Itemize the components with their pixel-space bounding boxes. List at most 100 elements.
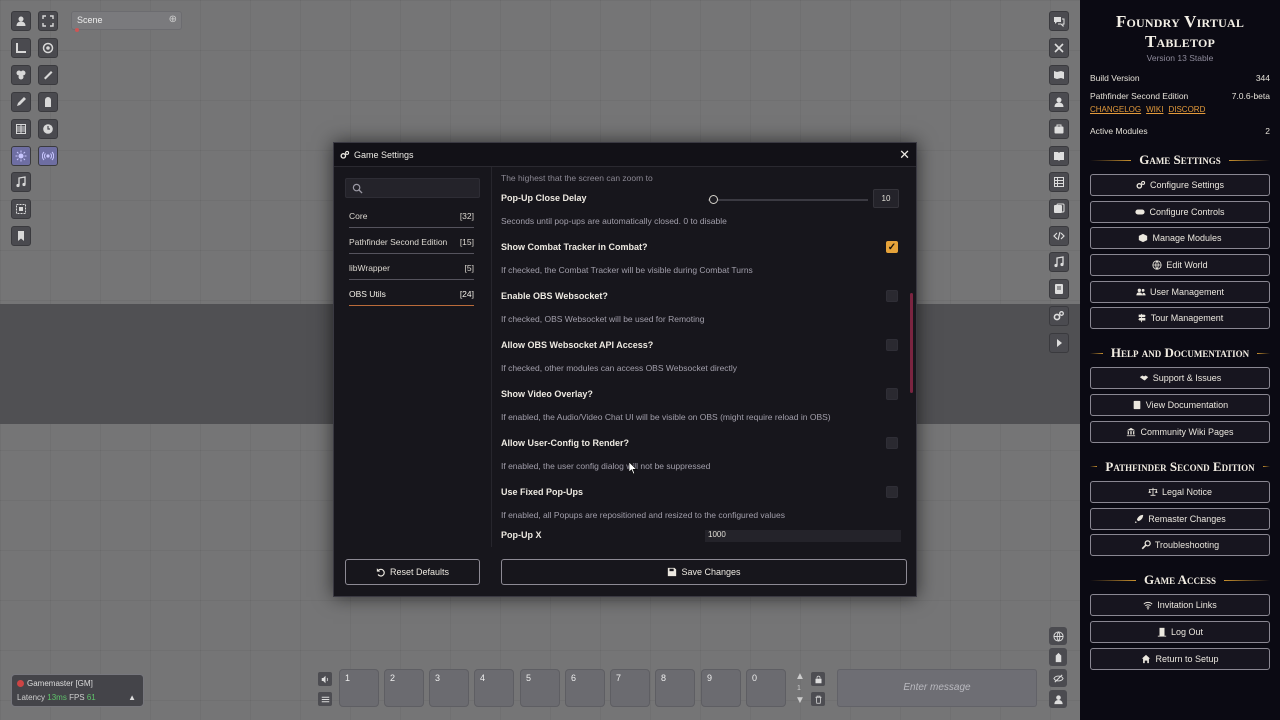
macro-slot-4[interactable]: 4 [474,669,514,707]
view-documentation-button[interactable]: View Documentation [1090,394,1270,417]
grid-icon[interactable] [11,119,31,139]
collapse-icon[interactable] [1049,333,1069,353]
macro-slot-0[interactable]: 0 [746,669,786,707]
page-up-icon[interactable]: ▲ [794,671,806,683]
globe-icon[interactable] [1049,627,1067,645]
sound-icon[interactable] [38,146,58,166]
category-obs-utils[interactable]: OBS Utils [24] [349,285,474,306]
delay-slider-thumb[interactable] [709,195,718,204]
settings-icon[interactable] [1049,306,1069,326]
combat-tracker-checkbox[interactable]: ✓ [886,241,898,253]
dice-tower-icon[interactable] [1049,648,1067,666]
music-icon[interactable] [11,172,31,192]
video-overlay-checkbox[interactable] [886,388,898,400]
tour-management-label: Tour Management [1150,313,1224,324]
light-icon[interactable] [11,146,31,166]
legal-notice-button[interactable]: Legal Notice [1090,480,1270,503]
close-icon[interactable]: ✕ [899,147,910,163]
measure-icon[interactable] [11,38,31,58]
wall-icon[interactable] [38,92,58,112]
invitation-links-button[interactable]: Invitation Links [1090,594,1270,617]
reset-defaults-button[interactable]: Reset Defaults [345,559,480,585]
journal-icon[interactable] [1049,146,1069,166]
build-value: 344 [1255,73,1270,83]
chat-message-input[interactable]: Enter message [837,669,1037,707]
popup-x-input[interactable]: 1000 [705,530,901,542]
cards-icon[interactable] [1049,199,1069,219]
tiles-icon[interactable] [11,65,31,85]
configure-controls-button[interactable]: Configure Controls [1090,200,1270,223]
page-down-icon[interactable]: ▼ [794,695,806,707]
manage-modules-button[interactable]: Manage Modules [1090,227,1270,250]
settings-scrollbar[interactable] [910,293,913,393]
ping-icon[interactable] [38,38,58,58]
obs-websocket-checkbox[interactable] [886,290,898,302]
changelog-link[interactable]: CHANGELOG [1090,105,1141,114]
category-count: [5] [464,263,474,273]
actors-icon[interactable] [1049,92,1069,112]
scene-navigation[interactable]: Scene ⊕ [71,11,182,32]
configure-settings-button[interactable]: Configure Settings [1090,174,1270,196]
category-core[interactable]: Core [32] [349,207,474,228]
macro-slot-9[interactable]: 9 [701,669,741,707]
chevron-up-icon[interactable]: ▲ [128,693,136,702]
remaster-changes-button[interactable]: Remaster Changes [1090,507,1270,530]
macro-slot-6[interactable]: 6 [565,669,605,707]
macro-slot-7[interactable]: 7 [610,669,650,707]
edit-world-button[interactable]: Edit World [1090,254,1270,277]
trash-icon[interactable] [811,692,825,706]
clock-icon[interactable] [38,119,58,139]
tour-management-button[interactable]: Tour Management [1090,307,1270,330]
lock-icon[interactable] [811,672,825,686]
log-out-button[interactable]: Log Out [1090,620,1270,643]
latency-label: Latency [17,693,46,702]
macros-icon[interactable] [1049,226,1069,246]
scene-add-icon[interactable]: ⊕ [169,14,177,25]
macro-slot-2[interactable]: 2 [384,669,424,707]
wiki-link[interactable]: WIKI [1146,105,1163,114]
macro-slot-3[interactable]: 3 [429,669,469,707]
rocket-icon [1135,514,1144,523]
macro-slot-1[interactable]: 1 [339,669,379,707]
category-libwrapper[interactable]: libWrapper [5] [349,259,474,280]
items-icon[interactable] [1049,119,1069,139]
book-icon [1133,400,1141,410]
tables-icon[interactable] [1049,172,1069,192]
combat-icon[interactable] [1049,38,1069,58]
fixed-popups-checkbox[interactable] [886,486,898,498]
category-pathfinder[interactable]: Pathfinder Second Edition [15] [349,233,474,254]
macro-slot-8[interactable]: 8 [655,669,695,707]
macro-slot-5[interactable]: 5 [520,669,560,707]
troubleshooting-button[interactable]: Troubleshooting [1090,534,1270,557]
user-config-checkbox[interactable] [886,437,898,449]
players-list[interactable]: Gamemaster [GM] Latency 13ms FPS 61 ▲ [11,674,144,707]
chat-icon[interactable] [1049,11,1069,31]
playlists-icon[interactable] [1049,252,1069,272]
discord-link[interactable]: DISCORD [1168,105,1205,114]
compendium-icon[interactable] [1049,279,1069,299]
scenes-icon[interactable] [1049,65,1069,85]
region-icon[interactable] [11,199,31,219]
handshake-icon [1139,375,1148,381]
token-controls-icon[interactable] [11,11,31,31]
setting-show-combat-tracker: Show Combat Tracker in Combat? ✓ If chec… [501,236,907,285]
return-to-setup-button[interactable]: Return to Setup [1090,647,1270,670]
community-wiki-button[interactable]: Community Wiki Pages [1090,420,1270,443]
dialog-header[interactable]: Game Settings ✕ [334,143,916,167]
user-management-button[interactable]: User Management [1090,280,1270,303]
delay-slider-track[interactable] [708,199,868,201]
troubleshooting-label: Troubleshooting [1154,540,1220,551]
delay-value-input[interactable]: 10 [873,189,899,208]
ruler-icon[interactable] [38,65,58,85]
eye-slash-icon[interactable] [1049,669,1067,687]
settings-search-input[interactable] [345,178,480,198]
draw-icon[interactable] [11,92,31,112]
select-icon[interactable] [38,11,58,31]
menu-icon[interactable] [318,692,332,706]
support-issues-button[interactable]: Support & Issues [1090,367,1270,390]
notes-icon[interactable] [11,226,31,246]
user-icon[interactable] [1049,690,1067,708]
websocket-api-checkbox[interactable] [886,339,898,351]
save-changes-button[interactable]: Save Changes [501,559,907,585]
volume-icon[interactable] [318,672,332,686]
